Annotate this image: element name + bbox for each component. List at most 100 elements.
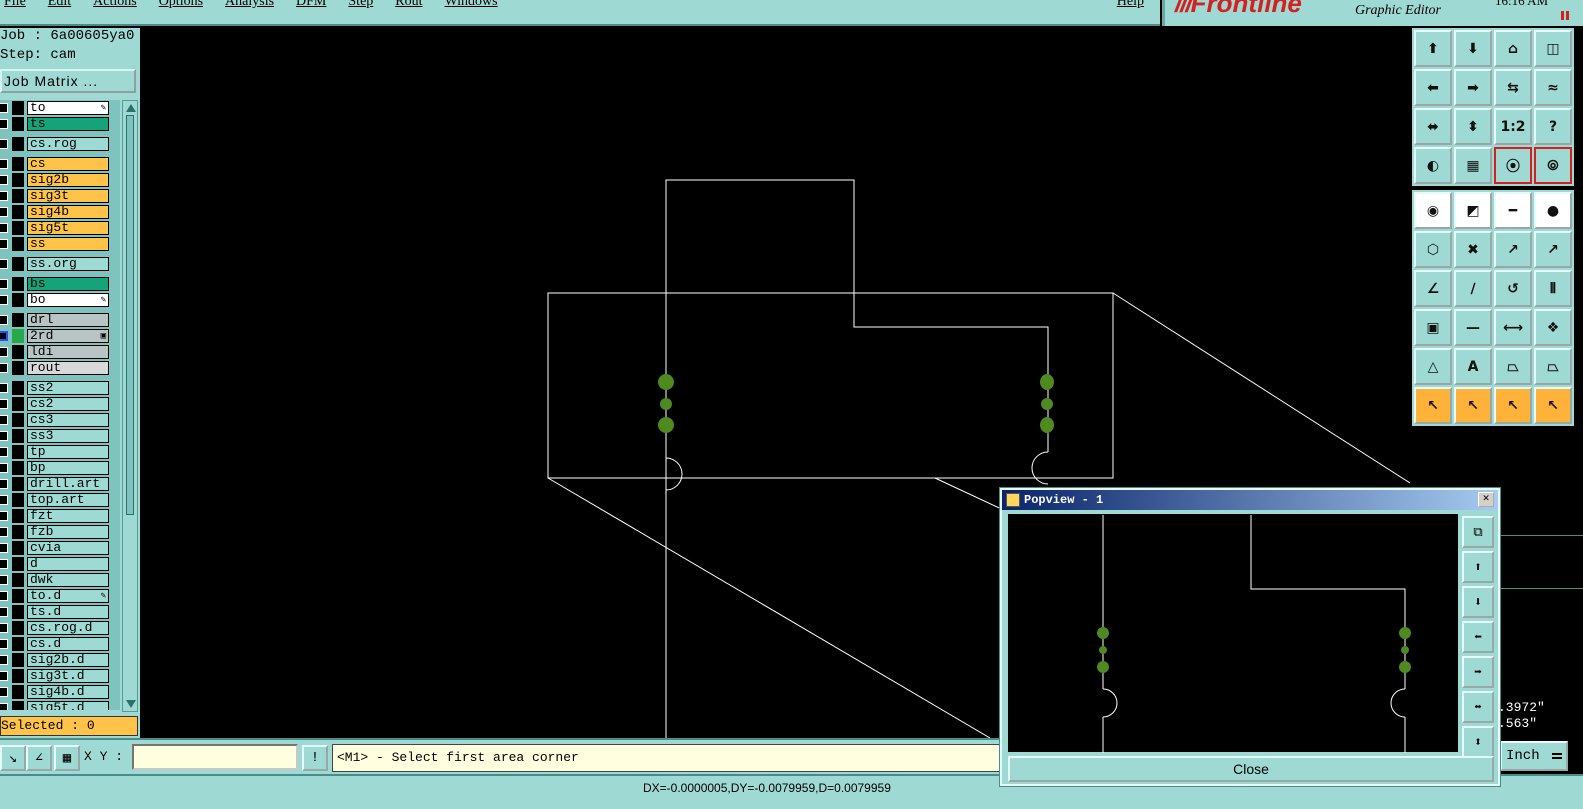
layer-status-swatch[interactable]: [12, 685, 24, 699]
layer-status-swatch[interactable]: [12, 397, 24, 411]
scroll-down-icon[interactable]: [126, 700, 136, 708]
layer-row[interactable]: ldi: [0, 344, 120, 360]
snap-nodes-icon[interactable]: ⦿: [1494, 147, 1532, 184]
menu-options[interactable]: Options: [159, 0, 203, 10]
layer-checkbox[interactable]: [0, 139, 8, 149]
layer-row[interactable]: sig3t.d: [0, 668, 120, 684]
layer-row[interactable]: ss2: [0, 380, 120, 396]
pointer-route-icon[interactable]: ↖: [1534, 387, 1572, 424]
trim-icon[interactable]: ⫴: [1534, 270, 1572, 307]
layer-name[interactable]: rout: [27, 361, 109, 375]
layer-checkbox[interactable]: [0, 559, 8, 569]
layer-name[interactable]: sig3t: [27, 189, 109, 203]
layer-row[interactable]: sig4b.d: [0, 684, 120, 700]
connect-icon[interactable]: ⬡: [1414, 231, 1452, 268]
layer-checkbox[interactable]: [0, 207, 8, 217]
menu-file[interactable]: File: [4, 0, 26, 10]
layer-checkbox[interactable]: [0, 259, 8, 269]
layer-name[interactable]: sig5t: [27, 221, 109, 235]
layer-name[interactable]: ss.org: [27, 257, 109, 271]
layer-name[interactable]: bs: [27, 277, 109, 291]
layer-name[interactable]: ss: [27, 237, 109, 251]
layer-checkbox[interactable]: [0, 655, 8, 665]
layer-name[interactable]: sig2b.d: [27, 653, 109, 667]
layer-row[interactable]: d: [0, 556, 120, 572]
layer-checkbox[interactable]: [0, 607, 8, 617]
job-matrix-button[interactable]: Job Matrix ...: [0, 69, 136, 93]
layer-row[interactable]: sig4b: [0, 204, 120, 220]
layer-checkbox[interactable]: [0, 639, 8, 649]
layer-checkbox[interactable]: [0, 331, 8, 341]
layer-scrollbar[interactable]: [122, 100, 138, 712]
layer-status-swatch[interactable]: [12, 525, 24, 539]
layer-checkbox[interactable]: [0, 479, 8, 489]
layer-name[interactable]: cs.rog.d: [27, 621, 109, 635]
arrow-point-red-icon[interactable]: ↗: [1534, 231, 1572, 268]
mirror-icon[interactable]: ⇆: [1494, 69, 1532, 106]
layer-name[interactable]: cvia: [27, 541, 109, 555]
pan-left-icon[interactable]: ⬅: [1462, 621, 1494, 653]
layer-status-swatch[interactable]: [12, 313, 24, 327]
layer-row[interactable]: sig2b.d: [0, 652, 120, 668]
layer-row[interactable]: sig5t: [0, 220, 120, 236]
layer-row[interactable]: cs.rog: [0, 136, 120, 152]
layer-row[interactable]: ts: [0, 116, 120, 132]
slash-icon[interactable]: ∕: [1454, 270, 1492, 307]
layer-row[interactable]: drl: [0, 312, 120, 328]
scale-1-2-icon[interactable]: 1:2: [1494, 108, 1532, 145]
layer-status-swatch[interactable]: [12, 329, 24, 343]
arc-icon[interactable]: ↺: [1494, 270, 1532, 307]
pan-right-icon[interactable]: ➡: [1462, 656, 1494, 688]
layer-row[interactable]: ss: [0, 236, 120, 252]
layer-row[interactable]: sig2b: [0, 172, 120, 188]
layer-status-swatch[interactable]: [12, 669, 24, 683]
layer-checkbox[interactable]: [0, 383, 8, 393]
layer-row[interactable]: cs.d: [0, 636, 120, 652]
layer-checkbox[interactable]: [0, 463, 8, 473]
layer-status-swatch[interactable]: [12, 413, 24, 427]
layer-row[interactable]: cs2: [0, 396, 120, 412]
layer-checkbox[interactable]: [0, 511, 8, 521]
select-line-icon[interactable]: ◩: [1454, 192, 1492, 229]
layer-row[interactable]: to ✎: [0, 100, 120, 116]
layer-name[interactable]: bp: [27, 461, 109, 475]
scroll-up-icon[interactable]: [126, 104, 136, 112]
layer-status-swatch[interactable]: [12, 429, 24, 443]
zoom-window-icon[interactable]: ⧉: [1462, 516, 1494, 548]
layer-checkbox[interactable]: [0, 363, 8, 373]
layer-checkbox[interactable]: [0, 671, 8, 681]
layer-name[interactable]: cs3: [27, 413, 109, 427]
triangle-icon[interactable]: △: [1414, 348, 1452, 385]
layer-status-swatch[interactable]: [12, 293, 24, 307]
layer-status-swatch[interactable]: [12, 205, 24, 219]
layer-row[interactable]: ss3: [0, 428, 120, 444]
layer-name[interactable]: to ✎: [27, 101, 109, 115]
layer-row[interactable]: cvia: [0, 540, 120, 556]
layer-checkbox[interactable]: [0, 279, 8, 289]
layer-row[interactable]: to.d ✎: [0, 588, 120, 604]
menu-actions[interactable]: Actions: [93, 0, 137, 10]
layer-row[interactable]: bp: [0, 460, 120, 476]
layer-status-swatch[interactable]: [12, 637, 24, 651]
layer-checkbox[interactable]: [0, 239, 8, 249]
layer-row[interactable]: cs: [0, 156, 120, 172]
layer-row[interactable]: sig3t: [0, 188, 120, 204]
layer-checkbox[interactable]: [0, 119, 8, 129]
layer-row[interactable]: rout: [0, 360, 120, 376]
help-icon[interactable]: ?: [1534, 108, 1572, 145]
layer-row[interactable]: fzt: [0, 508, 120, 524]
snake-icon[interactable]: ≈: [1534, 69, 1572, 106]
layer-checkbox[interactable]: [0, 623, 8, 633]
line-icon[interactable]: —: [1454, 309, 1492, 346]
layer-status-swatch[interactable]: [12, 445, 24, 459]
layer-checkbox[interactable]: [0, 703, 8, 710]
angle-snap-icon[interactable]: ∠: [26, 745, 52, 771]
zoom-fit-icon[interactable]: ⬌: [1462, 691, 1494, 723]
layer-name[interactable]: tp: [27, 445, 109, 459]
layer-status-swatch[interactable]: [12, 509, 24, 523]
layer-row[interactable]: ss.org: [0, 256, 120, 272]
layer-name[interactable]: top.art: [27, 493, 109, 507]
layer-checkbox[interactable]: [0, 347, 8, 357]
layer-checkbox[interactable]: [0, 103, 8, 113]
layer-row[interactable]: bs: [0, 276, 120, 292]
